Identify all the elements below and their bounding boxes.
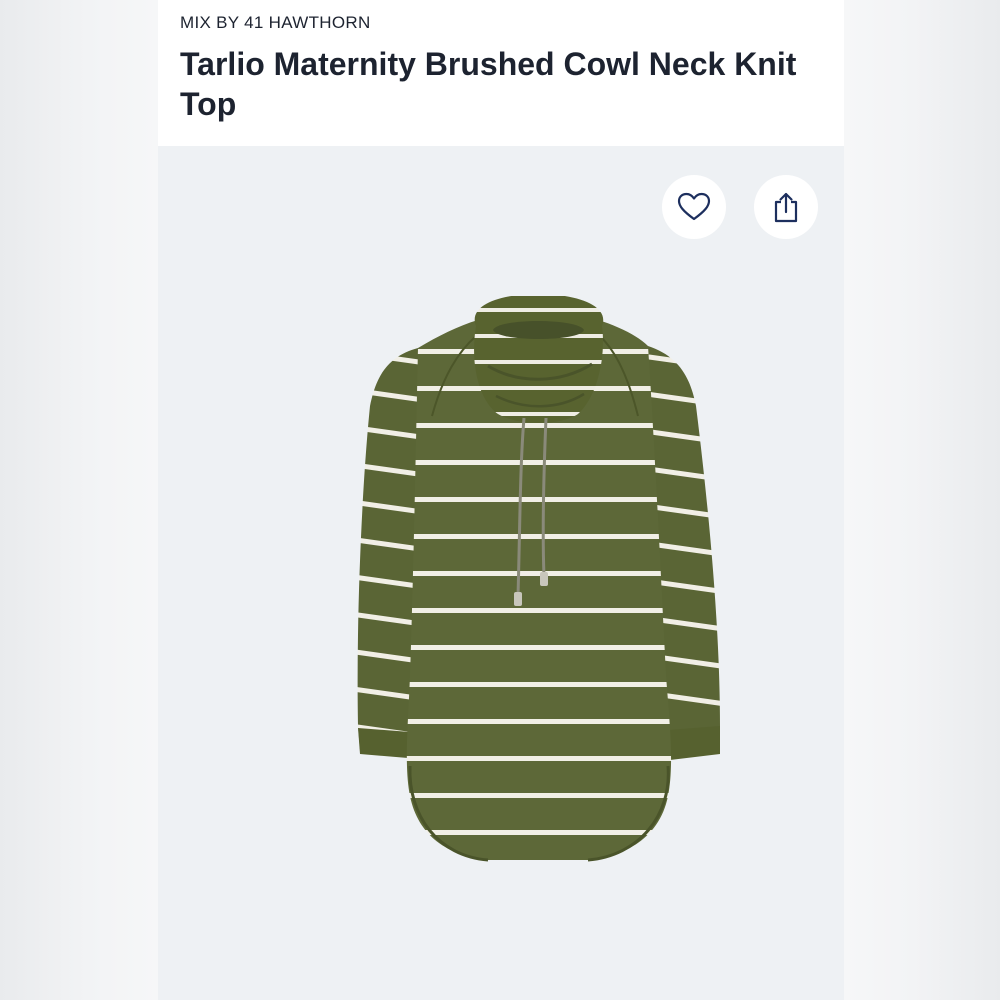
share-button[interactable] — [754, 175, 818, 239]
product-header: MIX BY 41 HAWTHORN Tarlio Maternity Brus… — [158, 0, 844, 146]
product-title: Tarlio Maternity Brushed Cowl Neck Knit … — [180, 46, 797, 122]
right-blur-margin — [844, 0, 1000, 1000]
left-blur-margin — [0, 0, 158, 1000]
favorite-button[interactable] — [662, 175, 726, 239]
brand-name[interactable]: MIX BY 41 HAWTHORN — [180, 13, 371, 33]
share-upload-icon — [774, 192, 798, 223]
heart-outline-icon — [677, 192, 711, 221]
product-photo-sweater — [357, 296, 720, 862]
cowl-neck — [474, 296, 604, 423]
product-panel: MIX BY 41 HAWTHORN Tarlio Maternity Brus… — [158, 0, 844, 1000]
product-image-area[interactable] — [158, 146, 844, 1000]
